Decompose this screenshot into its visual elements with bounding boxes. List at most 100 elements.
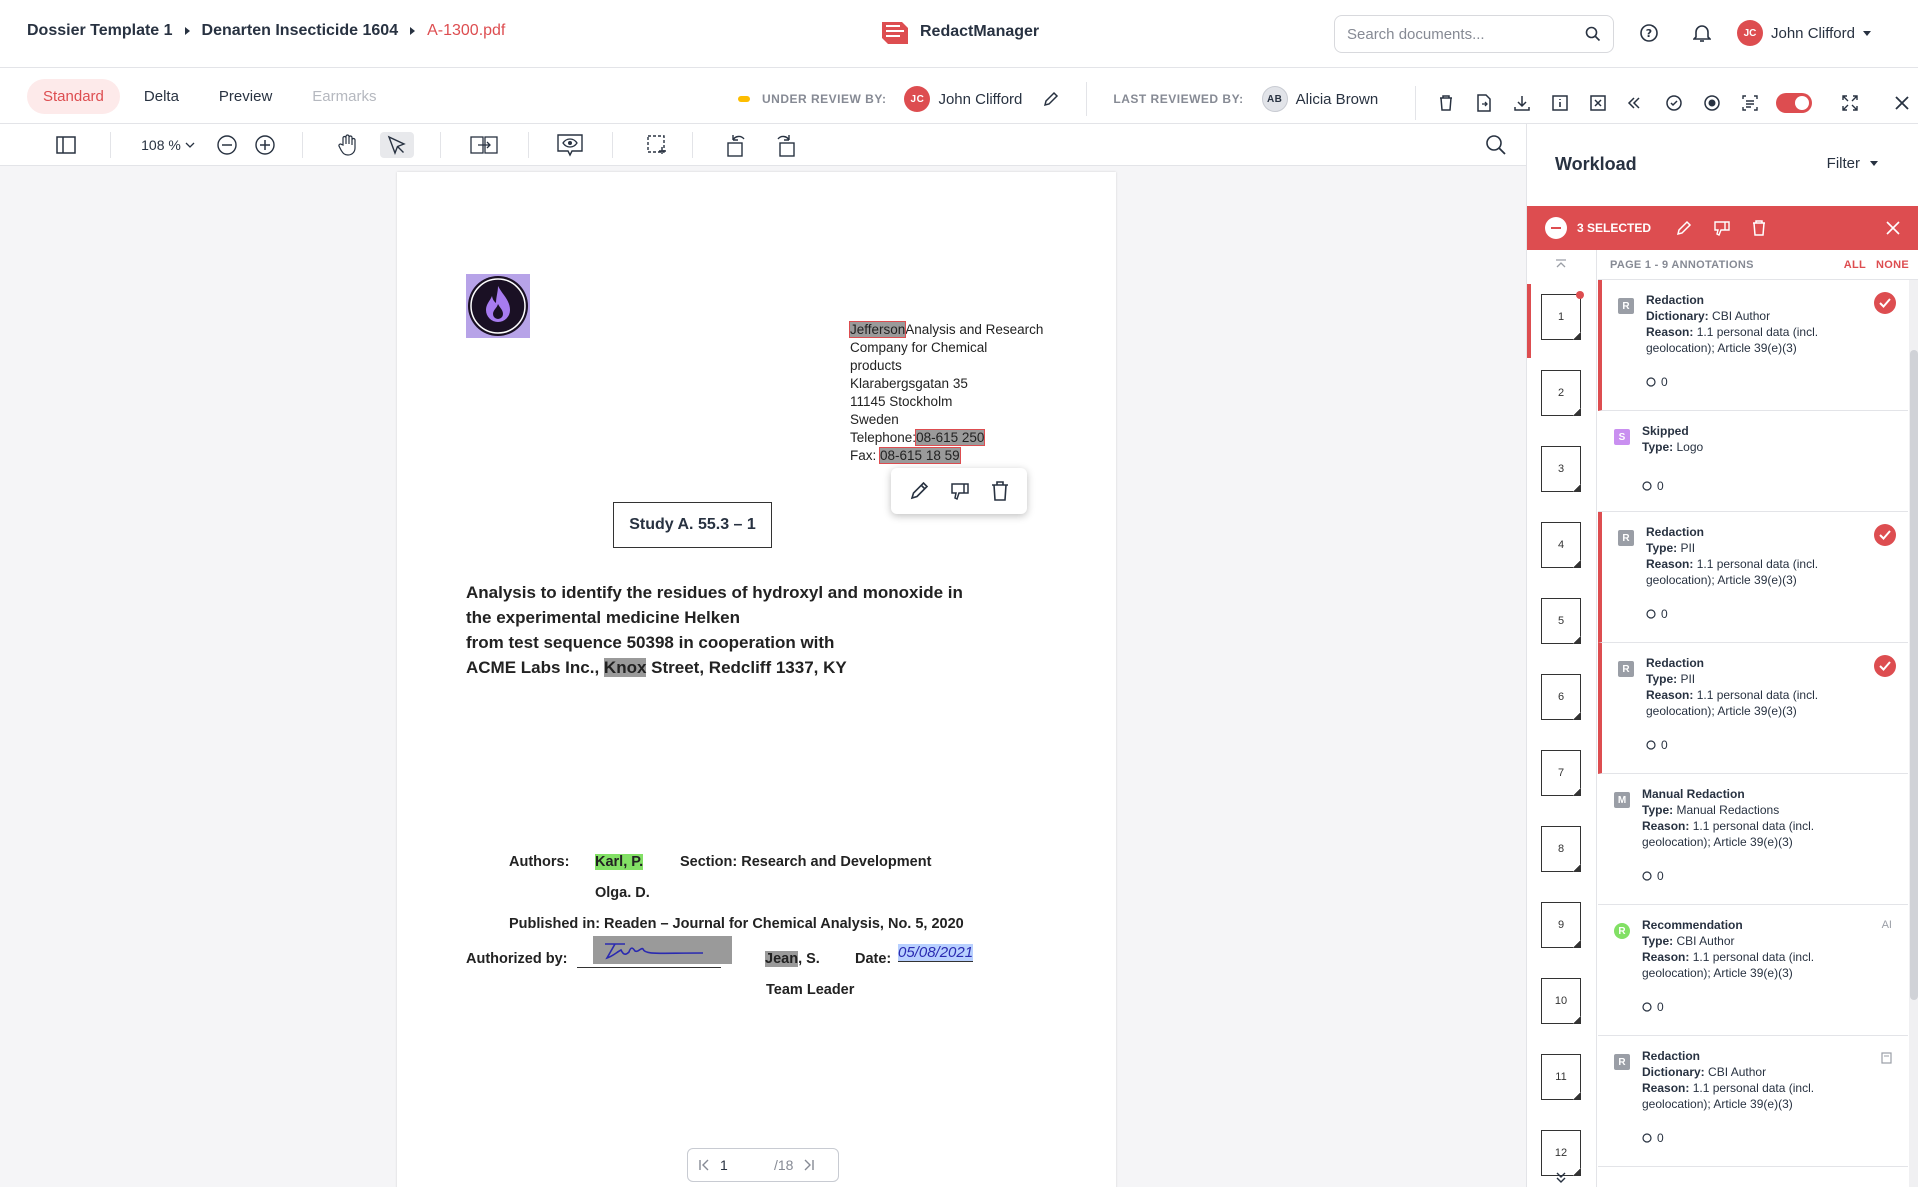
bulk-edit-pencil-icon[interactable]	[1675, 219, 1693, 237]
close-icon[interactable]	[1890, 92, 1914, 114]
annotation-details: Skipped Type: Logo	[1642, 423, 1852, 455]
app-logo[interactable]: RedactManager	[878, 16, 1039, 48]
tab-earmarks[interactable]: Earmarks	[296, 79, 392, 114]
redacted-company-name[interactable]: Jefferson	[848, 321, 907, 338]
ocr-scan-icon[interactable]	[1738, 92, 1762, 114]
comments[interactable]: 0	[1646, 375, 1668, 389]
annotation-item[interactable]: R Redaction Dictionary: CBI Author Reaso…	[1598, 280, 1908, 411]
tab-delta[interactable]: Delta	[128, 79, 195, 114]
page-thumbnail[interactable]: 8	[1541, 826, 1581, 872]
redacted-fax[interactable]: 08-615 18 59	[879, 447, 961, 464]
page-thumbnail[interactable]: 9	[1541, 902, 1581, 948]
page-thumbnail[interactable]: 10	[1541, 978, 1581, 1024]
approve-icon[interactable]	[1662, 92, 1686, 114]
breadcrumb-item-dossier[interactable]: Denarten Insecticide 1604	[202, 22, 399, 40]
user-menu[interactable]: JC John Clifford	[1737, 20, 1871, 46]
annotation-item[interactable]: R Redaction Dictionary: CBI Author Reaso…	[1598, 1036, 1908, 1167]
annotation-item[interactable]: R Redaction Type: PII Reason: 1.1 person…	[1598, 512, 1908, 643]
breadcrumb-item-dossier-template[interactable]: Dossier Template 1	[27, 22, 173, 40]
page-annotations-count: PAGE 1 - 9 ANNOTATIONS	[1610, 258, 1754, 271]
preview-eye-icon[interactable]	[556, 132, 584, 158]
page-thumbnail[interactable]: 11	[1541, 1054, 1581, 1100]
rotate-left-icon[interactable]	[724, 132, 748, 158]
area-select-icon[interactable]	[645, 132, 669, 158]
page-thumbnail[interactable]: 5	[1541, 598, 1581, 644]
comments[interactable]: 0	[1642, 479, 1664, 493]
annotation-item[interactable]: S Skipped Type: Logo 0	[1598, 411, 1908, 512]
page-thumbnail[interactable]: 3	[1541, 446, 1581, 492]
comment-count: 0	[1657, 869, 1664, 883]
search-input[interactable]: Search documents...	[1334, 15, 1614, 53]
last-page-icon[interactable]	[803, 1159, 815, 1171]
comments[interactable]: 0	[1642, 1131, 1664, 1145]
filter-label: Filter	[1826, 155, 1860, 172]
author-1-recommendation[interactable]: Karl, P.	[595, 854, 644, 870]
logo-image[interactable]	[466, 274, 530, 338]
page-thumbnail[interactable]: 2	[1541, 370, 1581, 416]
tab-standard[interactable]: Standard	[27, 79, 120, 114]
show-redactions-toggle[interactable]	[1776, 93, 1812, 113]
comments[interactable]: 0	[1646, 607, 1668, 621]
undo-all-icon[interactable]	[1624, 92, 1648, 114]
annotation-item[interactable]: R Redaction Type: PII Reason: 1.1 person…	[1598, 643, 1908, 774]
page-thumbnail[interactable]: 7	[1541, 750, 1581, 796]
breadcrumb-item-file[interactable]: A-1300.pdf	[427, 22, 505, 40]
annotation-item[interactable]: M Manual Redaction Type: Manual Redactio…	[1598, 774, 1908, 905]
select-cursor-icon[interactable]	[380, 132, 414, 158]
field-label: Type:	[1646, 541, 1678, 555]
download-icon[interactable]	[1510, 92, 1534, 114]
comments[interactable]: 0	[1646, 738, 1668, 752]
select-none-link[interactable]: NONE	[1876, 259, 1909, 271]
document-info-icon[interactable]	[1548, 92, 1572, 114]
tab-preview[interactable]: Preview	[203, 79, 288, 114]
bulk-reject-icon[interactable]	[1713, 219, 1731, 237]
redacted-telephone[interactable]: 08-615 250	[915, 429, 986, 446]
search-icon[interactable]	[1484, 132, 1508, 158]
selection-bar: 3 SELECTED	[1527, 206, 1918, 250]
assign-file-icon[interactable]	[1472, 92, 1496, 114]
scroll-top-icon[interactable]	[1555, 258, 1567, 270]
select-all-link[interactable]: ALL	[1844, 259, 1866, 271]
comments[interactable]: 0	[1642, 869, 1664, 883]
page-thumbnail[interactable]: 4	[1541, 522, 1581, 568]
record-icon[interactable]	[1700, 92, 1724, 114]
help-icon[interactable]: ?	[1638, 22, 1660, 44]
reject-thumb-down-icon[interactable]	[949, 480, 971, 502]
first-page-icon[interactable]	[698, 1159, 710, 1171]
redacted-signature[interactable]	[593, 936, 732, 964]
page-thumbnail[interactable]: 6	[1541, 674, 1581, 720]
toggle-sidebar-icon[interactable]	[53, 132, 79, 158]
notifications-bell-icon[interactable]	[1691, 22, 1713, 44]
scroll-down-icon[interactable]	[1555, 1172, 1567, 1184]
annotation-scrollbar[interactable]	[1909, 280, 1918, 1187]
current-page-input[interactable]: 1	[720, 1157, 764, 1173]
bulk-delete-icon[interactable]	[1751, 219, 1767, 237]
selected-check-icon[interactable]	[1874, 655, 1896, 677]
svg-text:?: ?	[1646, 27, 1652, 40]
annotation-item[interactable]: R Recommendation Type: CBI Author Reason…	[1598, 905, 1908, 1036]
pan-hand-icon[interactable]	[336, 132, 360, 158]
edit-pencil-icon[interactable]	[908, 480, 930, 502]
compare-icon[interactable]	[470, 132, 498, 158]
deselect-all-icon[interactable]	[1545, 217, 1567, 239]
filter-button[interactable]: Filter	[1827, 155, 1878, 172]
page-thumbnail[interactable]: 1	[1541, 291, 1584, 340]
zoom-out-icon[interactable]	[215, 132, 239, 158]
redacted-street-name[interactable]: Knox	[603, 658, 647, 677]
zoom-in-icon[interactable]	[253, 132, 277, 158]
delete-icon[interactable]	[1434, 92, 1458, 114]
rotate-right-icon[interactable]	[774, 132, 798, 158]
selected-check-icon[interactable]	[1874, 524, 1896, 546]
zoom-select[interactable]: 108 %	[138, 132, 198, 158]
page-thumbnail[interactable]: 12	[1541, 1130, 1581, 1176]
fullscreen-icon[interactable]	[1838, 92, 1862, 114]
exclude-pages-icon[interactable]	[1586, 92, 1610, 114]
redacted-signer-name[interactable]: Jean	[765, 951, 799, 967]
redacted-date[interactable]: 05/08/2021	[898, 944, 974, 961]
comments[interactable]: 0	[1642, 1000, 1664, 1014]
delete-icon[interactable]	[990, 480, 1010, 502]
scrollbar-thumb[interactable]	[1910, 350, 1918, 1000]
edit-reviewer-pencil-icon[interactable]	[1042, 90, 1060, 108]
selected-check-icon[interactable]	[1874, 292, 1896, 314]
close-selection-icon[interactable]	[1885, 220, 1901, 236]
